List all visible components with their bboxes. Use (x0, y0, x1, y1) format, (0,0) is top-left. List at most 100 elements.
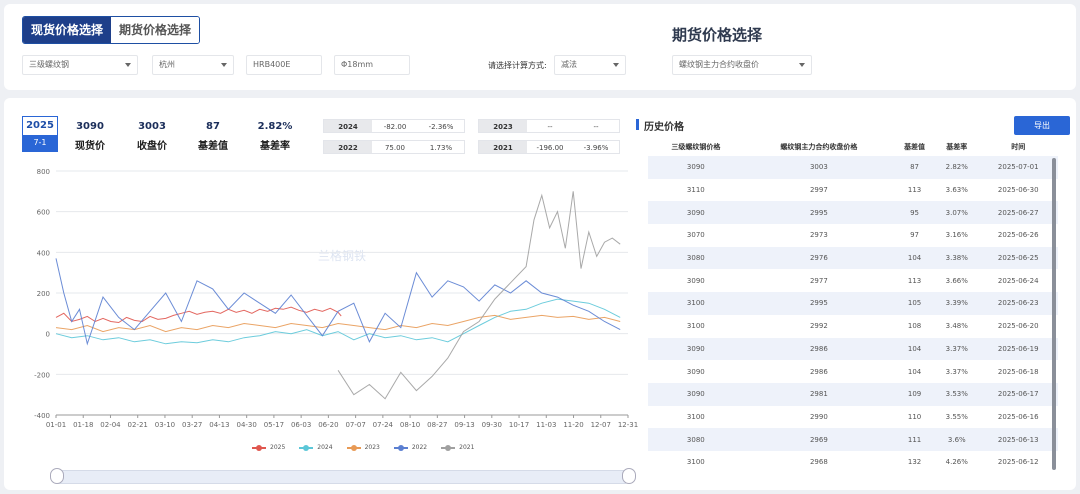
table-row: 3090 2986 104 3.37% 2025-06-18 (648, 360, 1058, 383)
table-cell: 3.63% (945, 186, 968, 195)
table-cell: 2025-06-18 (997, 367, 1039, 376)
product-select-value: 三级螺纹钢 (29, 60, 69, 69)
table-cell: 2992 (809, 322, 828, 331)
table-cell: 3090 (648, 201, 744, 225)
stat-basis-rate: 2.82% 基差率 (245, 121, 305, 152)
x-tick-label: 08-27 (427, 421, 447, 429)
table-cell: 104 (907, 367, 922, 376)
table-cell: 3090 (648, 156, 744, 179)
spec-field[interactable]: Φ18mm (334, 55, 410, 75)
slider-left-handle[interactable] (50, 468, 64, 484)
column-header: 时间 (1011, 143, 1026, 151)
table-cell: 2981 (743, 382, 895, 406)
table-cell: 3090 (648, 382, 744, 406)
column-header: 基差率 (946, 143, 968, 151)
table-cell: 3070 (686, 231, 705, 240)
x-tick-label: 09-30 (482, 421, 502, 429)
x-tick-label: 01-01 (46, 421, 66, 429)
table-cell: 2025-06-12 (997, 458, 1039, 467)
year-card-2024[interactable]: 2024 -82.00 -2.36% (323, 119, 465, 133)
x-tick-label: 11-20 (563, 421, 583, 429)
table-cell: 2025-06-25 (978, 246, 1058, 270)
year-card-basis: -- (547, 123, 553, 131)
table-cell: 105 (894, 292, 936, 315)
table-cell: 2025-06-19 (978, 337, 1058, 361)
slider-right-handle[interactable] (622, 468, 636, 484)
table-cell: 4.26% (945, 458, 968, 467)
tab-spot-price[interactable]: 现货价格选择 (23, 17, 111, 43)
table-cell: 3090 (686, 276, 705, 285)
legend-item-2022[interactable]: 2022 (393, 444, 427, 451)
table-cell: 2025-06-26 (997, 231, 1039, 240)
x-tick-label: 03-27 (182, 421, 202, 429)
table-row: 3080 2976 104 3.38% 2025-06-25 (648, 246, 1058, 270)
legend-item-2025[interactable]: 2025 (252, 444, 285, 451)
stat-label: 基差值 (198, 141, 228, 152)
stat-value: 2.82% (257, 121, 293, 132)
stat-basis-value: 87 基差值 (183, 121, 243, 152)
table-cell: 95 (894, 201, 936, 225)
table-cell: 2.82% (935, 156, 979, 179)
table-cell: 3090 (686, 367, 705, 376)
history-table: 三级螺纹钢价格 螺纹钢主力合约收盘价格 基差值 基差率 时间 3090 3003 87 2.8… (648, 138, 1058, 474)
table-row: 3090 2995 95 3.07% 2025-06-27 (648, 201, 1058, 225)
table-row: 3100 2995 105 3.39% 2025-06-23 (648, 292, 1058, 315)
table-row: 3100 2990 110 3.55% 2025-06-16 (648, 406, 1058, 429)
year-card-2023[interactable]: 2023 -- -- (478, 119, 620, 133)
column-header: 三级螺纹钢价格 (671, 143, 721, 151)
table-row: 3070 2973 97 3.16% 2025-06-26 (648, 224, 1058, 247)
legend-swatch (393, 444, 408, 451)
legend-item-2023[interactable]: 2023 (346, 444, 380, 451)
x-tick-label: 05-17 (264, 421, 284, 429)
y-tick-label: 400 (37, 249, 50, 257)
chart-zoom-slider[interactable] (56, 470, 628, 484)
history-title: 历史价格 (636, 118, 684, 133)
x-tick-label: 02-21 (128, 421, 148, 429)
x-tick-label: 04-13 (209, 421, 229, 429)
tab-futures-price[interactable]: 期货价格选择 (111, 17, 199, 43)
date-day: 7-1 (23, 135, 57, 151)
legend-swatch (346, 444, 361, 451)
year-card-2021[interactable]: 2021 -196.00 -3.96% (478, 140, 620, 154)
city-select[interactable]: 杭州 (152, 55, 234, 75)
product-select[interactable]: 三级螺纹钢 (22, 55, 138, 75)
table-cell: 3.48% (945, 322, 968, 331)
date-year: 2025 (26, 120, 54, 131)
table-cell: 87 (894, 156, 936, 179)
table-cell: 3.66% (945, 276, 968, 285)
current-date-badge[interactable]: 2025 7-1 (22, 116, 58, 152)
table-scrollbar[interactable] (1052, 158, 1056, 470)
table-cell: 2025-06-13 (978, 428, 1058, 451)
x-tick-label: 08-10 (400, 421, 420, 429)
table-cell: 132 (907, 458, 922, 467)
stat-value: 3090 (76, 121, 104, 132)
futures-select[interactable]: 螺纹钢主力合约收盘价 (672, 55, 812, 75)
table-row: 3090 2977 113 3.66% 2025-06-24 (648, 269, 1058, 292)
table-cell: 3003 (743, 156, 895, 179)
year-card-basis: -82.00 (383, 123, 407, 131)
grade-field[interactable]: HRB400E (246, 55, 322, 75)
year-card-year: 2024 (324, 120, 372, 132)
calc-method-select[interactable]: 减法 (554, 55, 626, 75)
calc-method-label: 请选择计算方式: (488, 61, 547, 70)
chevron-down-icon (221, 63, 227, 67)
calc-method-value: 减法 (561, 60, 577, 69)
table-cell: 111 (894, 428, 936, 451)
x-tick-label: 01-18 (73, 421, 93, 429)
y-tick-label: -400 (34, 412, 50, 420)
year-card-basis: -196.00 (536, 144, 564, 152)
table-cell: 2025-06-16 (997, 412, 1039, 421)
year-card-2022[interactable]: 2022 75.00 1.73% (323, 140, 465, 154)
x-tick-label: 03-10 (155, 421, 175, 429)
legend-item-2024[interactable]: 2024 (299, 444, 333, 451)
legend-item-2021[interactable]: 2021 (441, 444, 474, 451)
x-tick-label: 06-03 (291, 421, 311, 429)
legend-label: 2024 (317, 444, 333, 451)
year-card-basis: 75.00 (384, 144, 406, 152)
export-button[interactable]: 导出 (1014, 116, 1070, 135)
table-cell: 3.55% (945, 412, 968, 421)
year-card-year: 2023 (479, 120, 527, 132)
legend-swatch (252, 444, 266, 451)
x-tick-label: 10-17 (509, 421, 529, 429)
table-cell: 113 (907, 276, 922, 285)
